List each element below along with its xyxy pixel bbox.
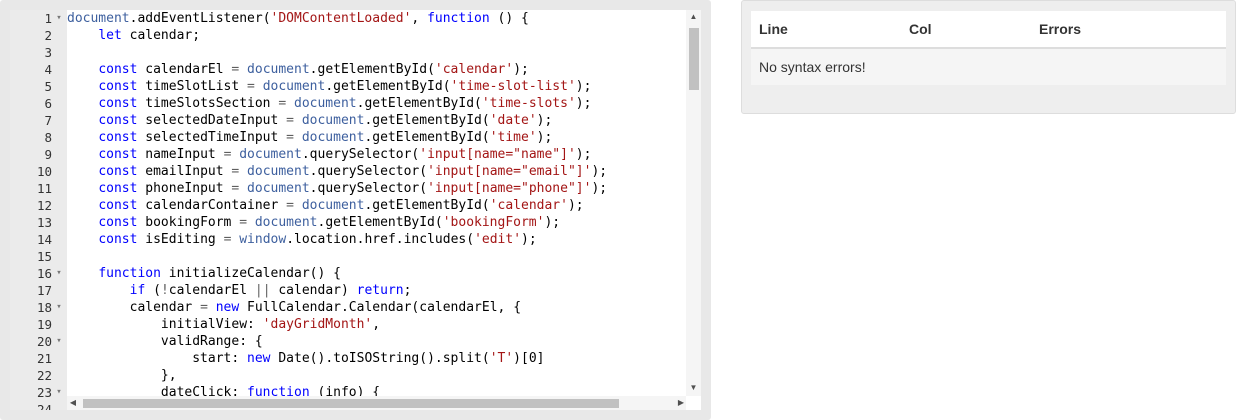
line-number: 20 bbox=[36, 334, 52, 349]
code-text: const bookingForm = document.getElementB… bbox=[98, 215, 561, 230]
code-line[interactable]: 7 const selectedDateInput = document.get… bbox=[10, 112, 686, 129]
line-number: 18 bbox=[36, 300, 52, 315]
code-text: const selectedDateInput = document.getEl… bbox=[98, 113, 553, 128]
line-number: 17 bbox=[36, 283, 52, 298]
syntax-errors-panel: Line Col Errors No syntax errors! bbox=[741, 0, 1236, 114]
code-text: const calendarContainer = document.getEl… bbox=[98, 198, 584, 213]
code-text: const calendarEl = document.getElementBy… bbox=[98, 62, 529, 77]
line-number: 2 bbox=[44, 28, 52, 43]
code-line[interactable]: 20 ▾ validRange: { bbox=[10, 333, 686, 350]
code-text: if (!calendarEl || calendar) return; bbox=[129, 283, 412, 298]
code-line[interactable]: 2 let calendar; bbox=[10, 27, 686, 44]
code-line[interactable]: 9 const nameInput = document.querySelect… bbox=[10, 146, 686, 163]
code-editor-panel: 1 ▾ document.addEventListener('DOMContentL… bbox=[0, 0, 711, 420]
code-line[interactable]: 16 ▾ function initializeCalendar() { bbox=[10, 265, 686, 282]
syntax-errors-table: Line Col Errors No syntax errors! bbox=[751, 11, 1226, 85]
line-number: 21 bbox=[36, 351, 52, 366]
code-line[interactable]: 3 bbox=[10, 44, 686, 61]
code-text: const timeSlotsSection = document.getEle… bbox=[98, 96, 592, 111]
code-text: document.addEventListener('DOMContentLoa… bbox=[67, 11, 529, 26]
code-text: function initializeCalendar() { bbox=[98, 266, 341, 281]
line-number: 19 bbox=[36, 317, 52, 332]
code-line[interactable]: 5 const timeSlotList = document.getEleme… bbox=[10, 78, 686, 95]
code-line[interactable]: 6 const timeSlotsSection = document.getE… bbox=[10, 95, 686, 112]
code-text: let calendar; bbox=[98, 28, 201, 43]
line-number: 14 bbox=[36, 232, 52, 247]
code-line[interactable]: 14 const isEditing = window.location.hre… bbox=[10, 231, 686, 248]
code-line[interactable]: 12 const calendarContainer = document.ge… bbox=[10, 197, 686, 214]
code-line[interactable]: 8 const selectedTimeInput = document.get… bbox=[10, 129, 686, 146]
line-number: 23 bbox=[36, 385, 52, 400]
vertical-scroll-thumb[interactable] bbox=[689, 28, 699, 90]
line-number: 4 bbox=[44, 62, 52, 77]
fold-toggle-icon[interactable]: ▾ bbox=[54, 299, 64, 316]
code-line[interactable]: 21 start: new Date().toISOString().split… bbox=[10, 350, 686, 367]
code-editor[interactable]: 1 ▾ document.addEventListener('DOMContentL… bbox=[10, 10, 701, 410]
code-text: validRange: { bbox=[160, 334, 263, 349]
table-header-row: Line Col Errors bbox=[751, 11, 1226, 48]
horizontal-scroll-thumb[interactable] bbox=[83, 399, 619, 408]
fold-toggle-icon[interactable]: ▾ bbox=[54, 333, 64, 350]
line-number: 7 bbox=[44, 113, 52, 128]
column-header-col: Col bbox=[909, 21, 932, 37]
line-number: 13 bbox=[36, 215, 52, 230]
code-line[interactable]: 11 const phoneInput = document.querySele… bbox=[10, 180, 686, 197]
code-text: const emailInput = document.querySelecto… bbox=[98, 164, 608, 179]
scroll-up-arrow-icon[interactable]: ▲ bbox=[686, 12, 701, 21]
line-number: 12 bbox=[36, 198, 52, 213]
code-text: start: new Date().toISOString().split('T… bbox=[192, 351, 545, 366]
code-text: const nameInput = document.querySelector… bbox=[98, 147, 592, 162]
line-number: 22 bbox=[36, 368, 52, 383]
horizontal-scrollbar[interactable]: ◀ ▶ bbox=[67, 396, 686, 410]
code-line[interactable]: 22 }, bbox=[10, 367, 686, 384]
fold-toggle-icon[interactable]: ▾ bbox=[54, 265, 64, 282]
code-text: }, bbox=[160, 368, 177, 383]
line-number: 9 bbox=[44, 147, 52, 162]
code-text: const selectedTimeInput = document.getEl… bbox=[98, 130, 553, 145]
no-errors-message: No syntax errors! bbox=[759, 59, 866, 75]
scroll-right-arrow-icon[interactable]: ▶ bbox=[675, 398, 687, 407]
line-number: 6 bbox=[44, 96, 52, 111]
code-line[interactable]: 13 const bookingForm = document.getEleme… bbox=[10, 214, 686, 231]
fold-toggle-icon[interactable]: ▾ bbox=[54, 10, 64, 27]
code-line[interactable]: 19 initialView: 'dayGridMonth', bbox=[10, 316, 686, 333]
line-number: 15 bbox=[36, 249, 52, 264]
code-line[interactable]: 15 bbox=[10, 248, 686, 265]
code-line[interactable]: 10 const emailInput = document.querySele… bbox=[10, 163, 686, 180]
table-row: No syntax errors! bbox=[751, 48, 1226, 85]
code-text: const timeSlotList = document.getElement… bbox=[98, 79, 592, 94]
code-text: initialView: 'dayGridMonth', bbox=[160, 317, 381, 332]
fold-toggle-icon[interactable]: ▾ bbox=[54, 384, 64, 401]
column-header-errors: Errors bbox=[1039, 21, 1082, 37]
code-lines: 1 ▾ document.addEventListener('DOMContentL… bbox=[10, 10, 686, 410]
line-number: 11 bbox=[36, 181, 52, 196]
line-number: 1 bbox=[44, 11, 52, 26]
vertical-scrollbar[interactable]: ▲ ▼ bbox=[686, 10, 701, 396]
code-line[interactable]: 1 ▾ document.addEventListener('DOMContentL… bbox=[10, 10, 686, 27]
line-number: 24 bbox=[36, 402, 52, 410]
line-number: 3 bbox=[44, 45, 52, 60]
column-header-line: Line bbox=[759, 21, 788, 37]
scroll-left-arrow-icon[interactable]: ◀ bbox=[67, 398, 79, 407]
line-number: 8 bbox=[44, 130, 52, 145]
scroll-down-arrow-icon[interactable]: ▼ bbox=[686, 383, 701, 392]
code-text: calendar = new FullCalendar.Calendar(cal… bbox=[129, 300, 522, 315]
line-number: 10 bbox=[36, 164, 52, 179]
line-number: 16 bbox=[36, 266, 52, 281]
code-line[interactable]: 4 const calendarEl = document.getElement… bbox=[10, 61, 686, 78]
code-text: const isEditing = window.location.href.i… bbox=[98, 232, 537, 247]
code-text: const phoneInput = document.querySelecto… bbox=[98, 181, 608, 196]
line-number: 5 bbox=[44, 79, 52, 94]
code-line[interactable]: 18 ▾ calendar = new FullCalendar.Calendar… bbox=[10, 299, 686, 316]
code-line[interactable]: 17 if (!calendarEl || calendar) return; bbox=[10, 282, 686, 299]
